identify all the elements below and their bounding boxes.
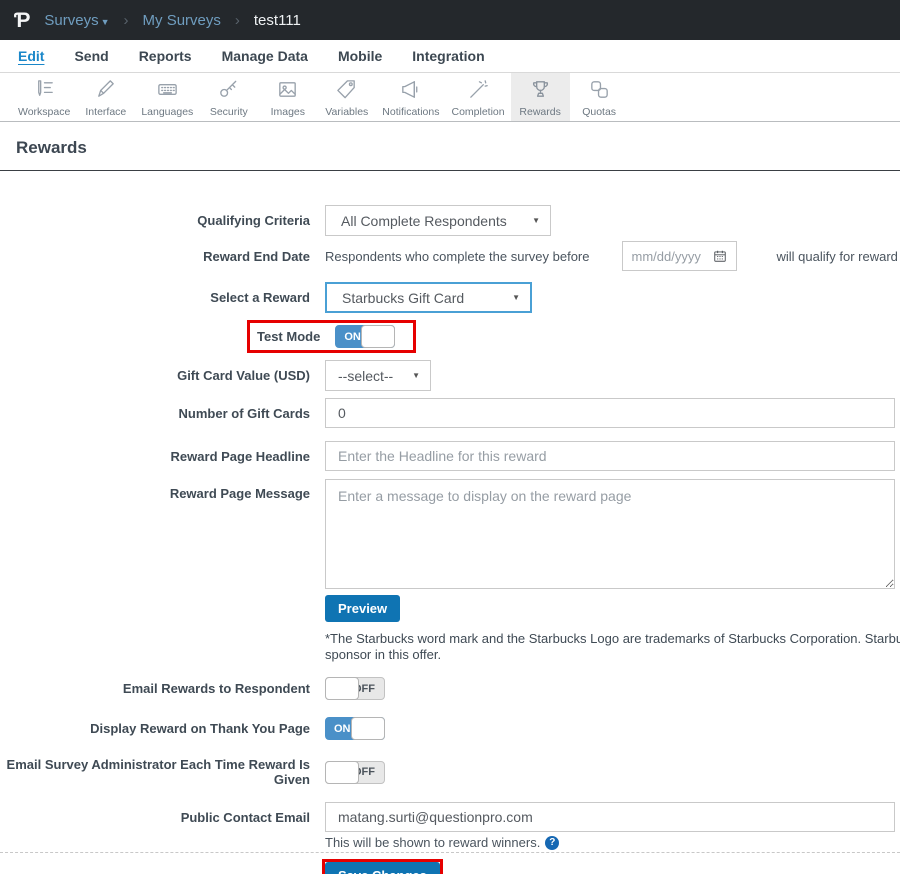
reward-page-message-textarea[interactable] [325,479,895,589]
qualifying-criteria-select[interactable]: All Complete Respondents ▼ [325,205,551,236]
breadcrumb-surveys[interactable]: Surveys ▼ [44,12,109,29]
toolbar-item-workspace[interactable]: Workspace [12,73,76,121]
select-reward-select[interactable]: Starbucks Gift Card ▼ [325,282,532,313]
toolbar-item-interface[interactable]: Interface [76,73,135,121]
tab-integration[interactable]: Integration [412,48,484,64]
end-date-suffix-text: will qualify for reward [776,248,898,264]
test-mode-toggle[interactable]: ON [335,325,396,348]
toolbar-item-rewards[interactable]: Rewards [510,73,570,121]
breadcrumb-current-survey: test111 [253,11,301,29]
reward-end-date-label: Reward End Date [203,248,310,264]
images-icon [279,82,297,97]
gift-card-value-row: Gift Card Value (USD) --select-- ▼ [0,360,900,391]
interface-icon [98,80,115,97]
contact-email-helper: This will be shown to reward winners. ? [325,835,900,850]
email-admin-row: Email Survey Administrator Each Time Rew… [0,757,900,787]
questionpro-logo-icon: Ƥ [14,8,31,32]
tab-mobile[interactable]: Mobile [338,48,382,64]
tab-edit[interactable]: Edit [18,48,44,64]
breadcrumb-separator-icon: › [123,11,129,29]
variables-icon [337,80,356,99]
toolbar-item-images[interactable]: Images [258,73,317,121]
caret-down-icon: ▼ [412,371,420,380]
edit-toolbar: Workspace Interface Languages Security I… [0,73,900,122]
toolbar-item-quotas[interactable]: Quotas [570,73,629,121]
select-reward-row: Select a Reward Starbucks Gift Card ▼ [0,282,900,313]
qualifying-criteria-label: Qualifying Criteria [197,213,310,228]
preview-row: Preview [325,595,900,622]
reward-page-message-row: Reward Page Message [0,479,900,589]
breadcrumb-my-surveys[interactable]: My Surveys [143,12,221,29]
email-rewards-row: Email Rewards to Respondent OFF [0,677,900,700]
save-row: Save Changes [322,859,900,874]
reward-end-date-input[interactable] [621,241,737,271]
preview-button[interactable]: Preview [325,595,401,622]
public-contact-email-row: Public Contact Email [0,802,900,832]
breadcrumb-separator-icon: › [234,11,240,29]
survey-nav-tabs: Edit Send Reports Manage Data Mobile Int… [0,40,900,73]
reward-page-headline-label: Reward Page Headline [170,448,310,464]
email-admin-toggle[interactable]: OFF [325,760,385,784]
gift-card-value-select[interactable]: --select-- ▼ [325,360,431,391]
toolbar-item-notifications[interactable]: Notifications [376,73,445,121]
test-mode-row: Test Mode ON [247,320,900,353]
page-title: Rewards [16,138,87,157]
display-reward-row: Display Reward on Thank You Page ON [0,717,900,740]
notifications-icon [402,81,418,98]
reward-page-headline-row: Reward Page Headline [0,441,900,471]
save-changes-button[interactable]: Save Changes [325,862,440,874]
select-reward-label: Select a Reward [210,290,310,305]
email-admin-label: Email Survey Administrator Each Time Rew… [6,757,310,787]
reward-page-message-label: Reward Page Message [169,486,310,501]
tab-manage-data[interactable]: Manage Data [222,48,308,64]
toggle-knob [325,677,359,700]
toggle-knob [325,760,359,784]
completion-icon [469,80,488,98]
toolbar-item-completion[interactable]: Completion [446,73,511,121]
public-contact-email-label: Public Contact Email [180,809,310,825]
gift-card-value-label: Gift Card Value (USD) [177,368,310,383]
caret-down-icon: ▼ [100,16,110,27]
toolbar-item-variables[interactable]: Variables [317,73,376,121]
toolbar-item-security[interactable]: Security [199,73,258,121]
workspace-icon [37,80,53,96]
display-reward-toggle[interactable]: ON [325,717,385,740]
qualifying-criteria-row: Qualifying Criteria All Complete Respond… [0,205,900,236]
rewards-form: Qualifying Criteria All Complete Respond… [0,171,900,874]
number-of-gift-cards-input[interactable] [325,398,895,428]
date-field[interactable] [631,243,704,269]
save-annotation-box: Save Changes [322,859,443,874]
calendar-icon [713,250,726,262]
email-rewards-toggle[interactable]: OFF [325,677,385,700]
caret-down-icon: ▼ [512,293,520,302]
quotas-icon [590,81,608,98]
section-divider-dashed [0,852,900,853]
public-contact-email-input[interactable] [325,802,895,832]
reward-end-date-row: Reward End Date Respondents who complete… [0,241,900,271]
rewards-icon [532,81,548,97]
number-of-gift-cards-label: Number of Gift Cards [178,405,310,421]
toolbar-item-languages[interactable]: Languages [135,73,199,121]
end-date-prefix-text: Respondents who complete the survey befo… [325,248,590,264]
tab-send[interactable]: Send [74,48,108,64]
starbucks-disclaimer: *The Starbucks word mark and the Starbuc… [325,631,900,662]
reward-page-headline-input[interactable] [325,441,895,471]
display-reward-label: Display Reward on Thank You Page [90,721,310,736]
toggle-knob [351,717,385,740]
security-icon [220,80,237,97]
email-rewards-label: Email Rewards to Respondent [122,681,310,696]
caret-down-icon: ▼ [532,216,540,225]
tab-reports[interactable]: Reports [139,48,192,64]
app-header: Ƥ Surveys ▼ › My Surveys › test111 [0,0,900,40]
help-icon[interactable]: ? [545,835,560,850]
languages-icon [158,84,177,95]
number-of-gift-cards-row: Number of Gift Cards [0,398,900,428]
toggle-knob [361,325,396,348]
test-mode-annotation-box: Test Mode ON [247,320,417,353]
test-mode-label: Test Mode [257,329,321,344]
